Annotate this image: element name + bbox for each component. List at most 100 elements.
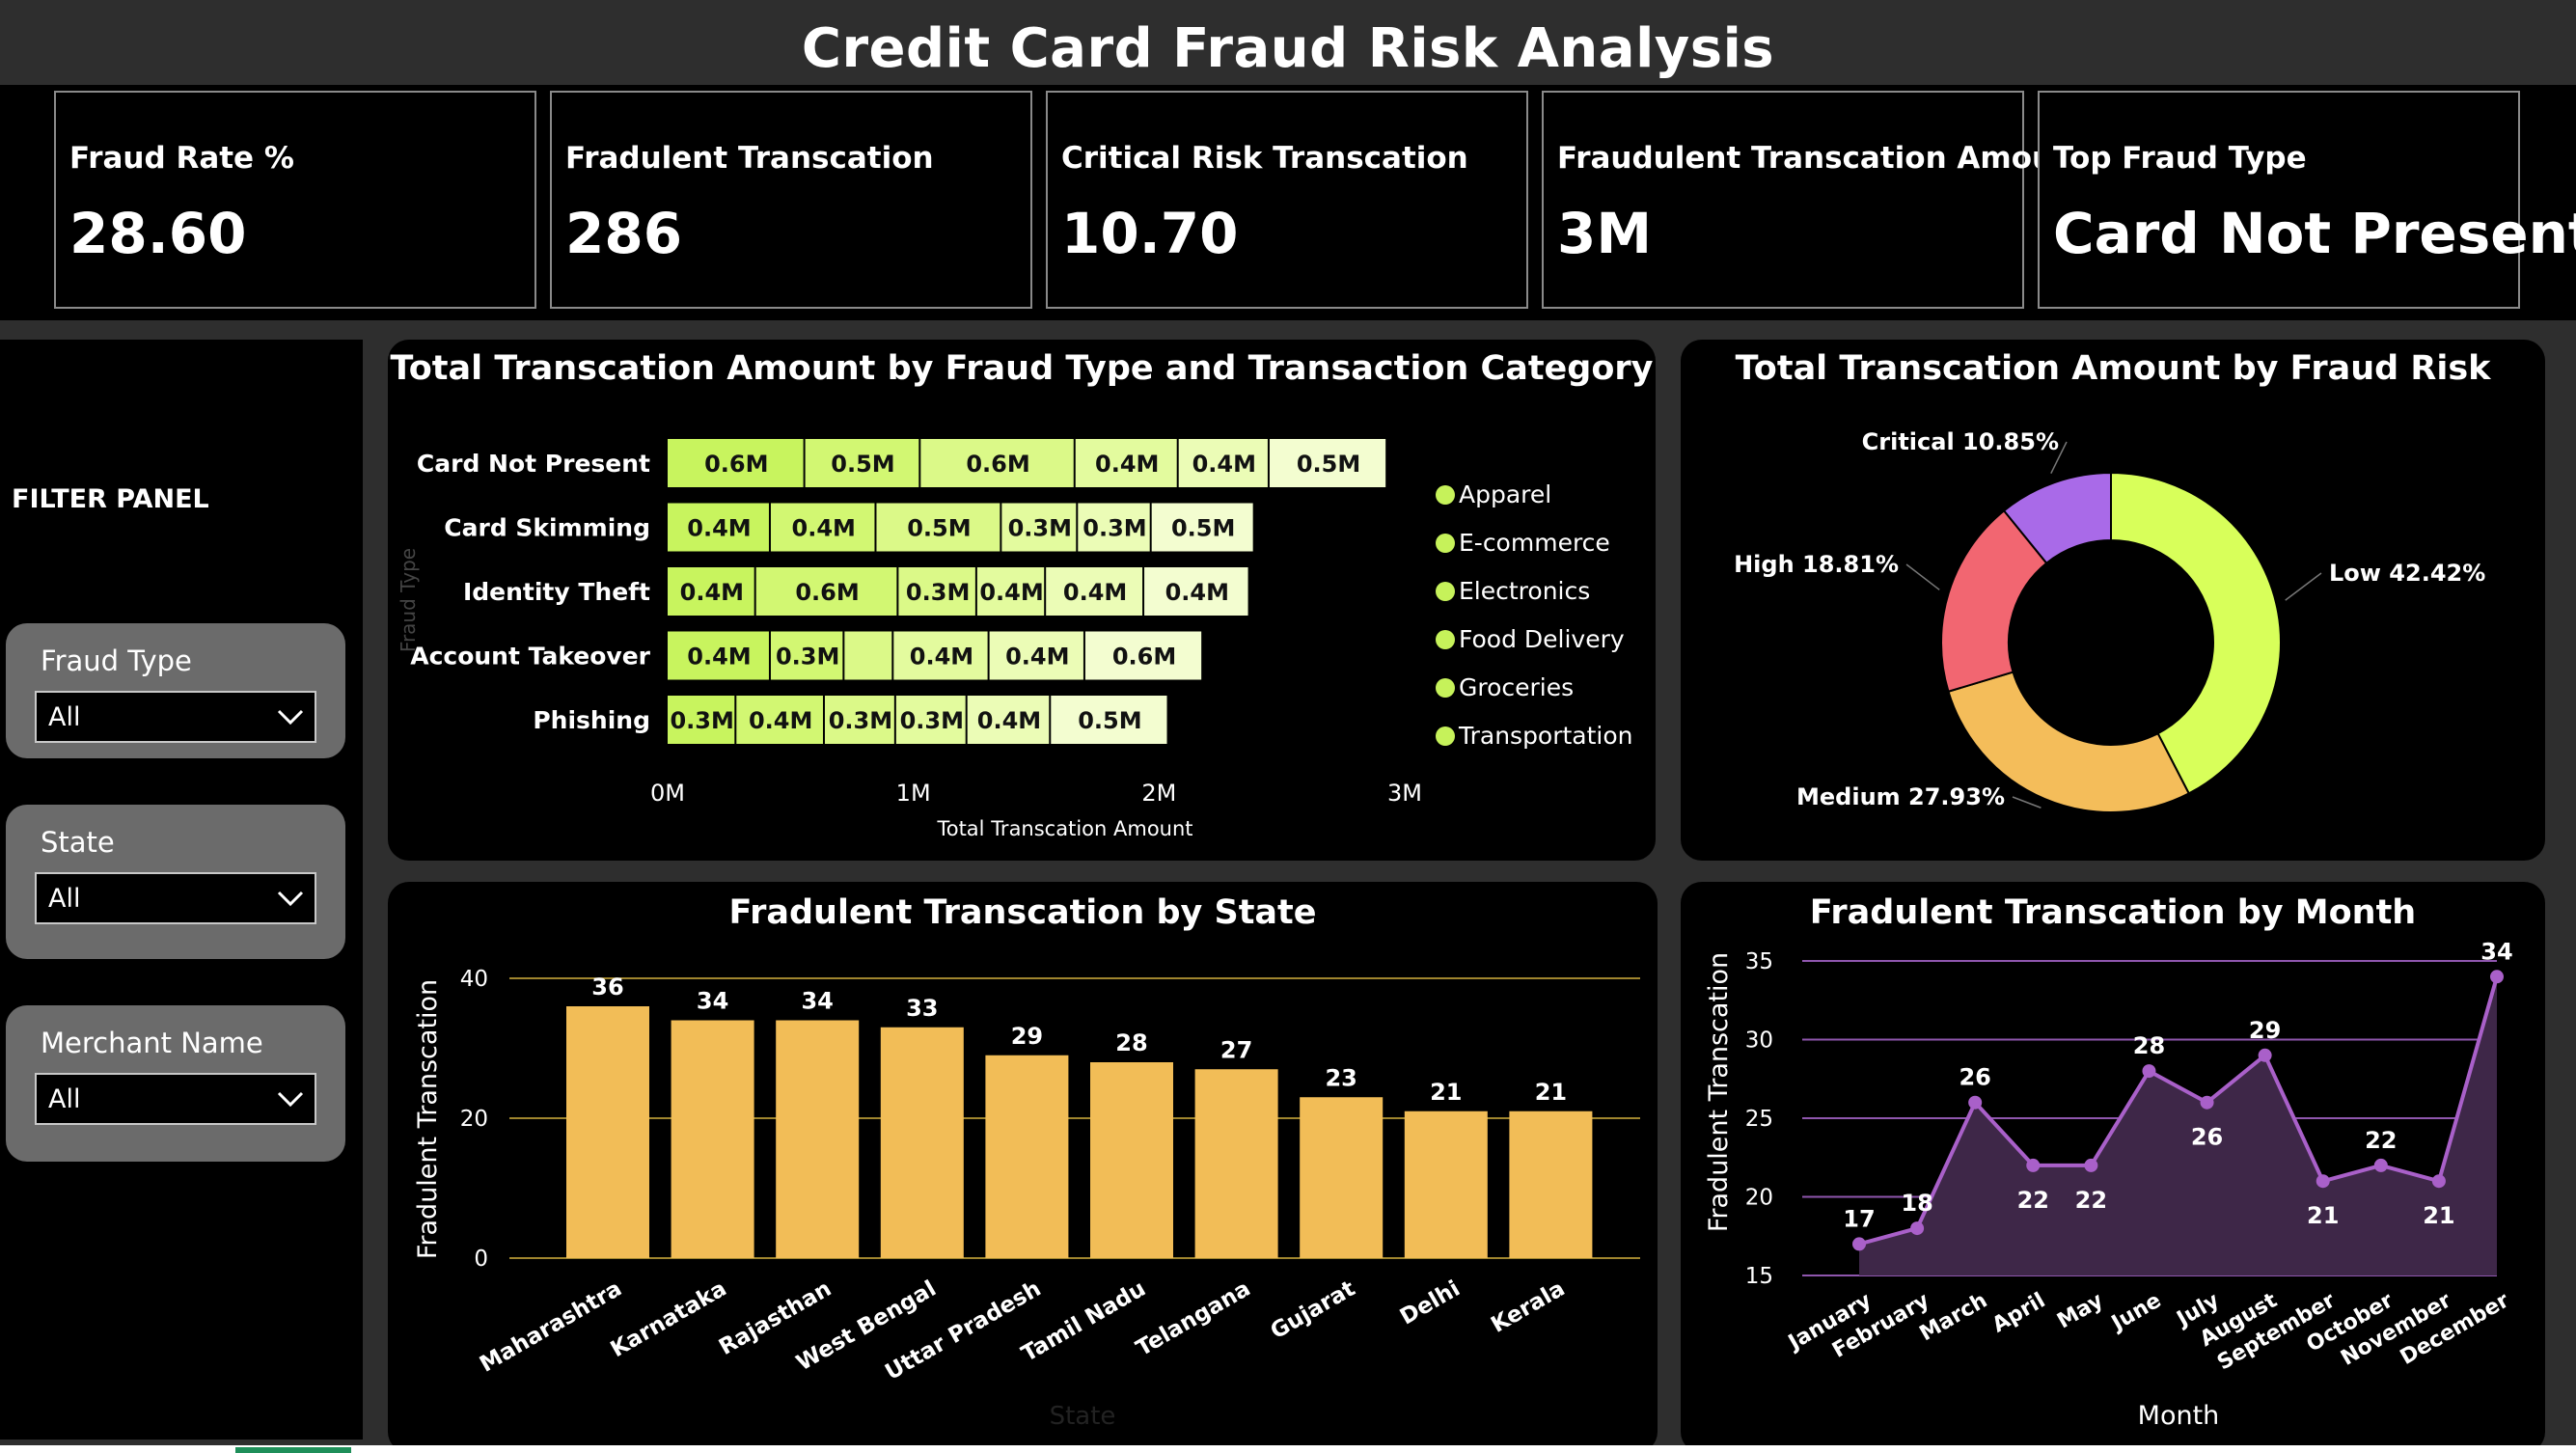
data-label: 34 bbox=[697, 988, 728, 1015]
data-label: 0.3M bbox=[1082, 515, 1146, 542]
legend-dot bbox=[1436, 630, 1455, 649]
bar bbox=[1404, 1110, 1488, 1258]
data-label: 0.4M bbox=[687, 515, 751, 542]
legend-label: Groceries bbox=[1459, 673, 1575, 701]
dropdown-value: All bbox=[48, 702, 81, 732]
legend-label: Electronics bbox=[1459, 577, 1591, 605]
data-point bbox=[2026, 1158, 2041, 1172]
kpi-value: Card Not Present bbox=[2053, 201, 2576, 266]
bar bbox=[1194, 1069, 1278, 1258]
legend-label: E-commerce bbox=[1459, 529, 1610, 557]
data-label: 28 bbox=[1115, 1029, 1147, 1056]
bar bbox=[985, 1055, 1069, 1258]
legend-item[interactable]: Food Delivery bbox=[1436, 625, 1625, 653]
kpi-label: Fradulent Transcation bbox=[565, 141, 934, 176]
page-tab-indicator[interactable] bbox=[235, 1447, 351, 1453]
state-dropdown[interactable]: All bbox=[35, 872, 316, 924]
data-point bbox=[1852, 1237, 1866, 1251]
state-bar-chart: 0 20 40 Fradulent Transcation 36 Maharashtra 3… bbox=[413, 967, 1640, 1431]
month-line-panel[interactable]: Fradulent Transcation by Month 15 20 25 30 3… bbox=[1681, 882, 2545, 1453]
bar bbox=[1509, 1110, 1593, 1258]
data-point bbox=[2258, 1048, 2272, 1062]
data-point bbox=[2084, 1158, 2098, 1172]
x-tick-label: Kerala bbox=[1487, 1276, 1569, 1338]
data-label: 0.5M bbox=[1171, 515, 1235, 542]
kpi-value: 10.70 bbox=[1061, 201, 1239, 266]
data-label: 36 bbox=[591, 973, 623, 1001]
x-tick-label: Maharashtra bbox=[476, 1276, 626, 1378]
kpi-card-critical-risk[interactable]: Critical Risk Transcation 10.70 bbox=[1046, 91, 1528, 309]
data-label: 0.3M bbox=[829, 707, 892, 734]
category-label: Card Not Present bbox=[417, 450, 650, 478]
donut-panel[interactable]: Total Transcation Amount by Fraud Risk L… bbox=[1681, 340, 2545, 861]
legend-label: Apparel bbox=[1459, 480, 1552, 508]
bar bbox=[880, 1027, 964, 1258]
legend-label: Food Delivery bbox=[1459, 625, 1625, 653]
x-tick-label: 1M bbox=[896, 780, 931, 807]
data-point bbox=[2431, 1174, 2446, 1189]
legend-dot bbox=[1436, 726, 1455, 746]
kpi-label: Fraudulent Transcation Amount bbox=[1557, 141, 2089, 176]
data-label: 0.4M bbox=[680, 579, 744, 606]
legend-item[interactable]: Apparel bbox=[1436, 480, 1551, 508]
data-label: 21 bbox=[2423, 1202, 2454, 1229]
bottom-scrollbar bbox=[0, 1445, 2576, 1453]
data-label: 0.3M bbox=[670, 707, 733, 734]
bar bbox=[671, 1020, 754, 1258]
legend-item[interactable]: Groceries bbox=[1436, 673, 1574, 701]
data-label: 0.4M bbox=[1005, 644, 1069, 671]
dropdown-value: All bbox=[48, 1084, 81, 1114]
kpi-card-fraud-rate[interactable]: Fraud Rate % 28.60 bbox=[54, 91, 536, 309]
kpi-strip: Fraud Rate % 28.60 Fradulent Transcation… bbox=[0, 85, 2576, 320]
page-title: Credit Card Fraud Risk Analysis bbox=[801, 17, 1775, 80]
x-tick-label: Gujarat bbox=[1267, 1276, 1360, 1345]
x-tick-label: April bbox=[1988, 1289, 2049, 1338]
data-label: 0.4M bbox=[979, 579, 1043, 606]
x-tick-label: 3M bbox=[1387, 780, 1422, 807]
leader-line bbox=[1905, 563, 1940, 590]
data-label: 23 bbox=[1325, 1064, 1357, 1091]
bar-segment bbox=[844, 631, 892, 680]
slice-label: Medium 27.93% bbox=[1796, 783, 2005, 810]
y-axis-title: Fradulent Transcation bbox=[1704, 952, 1734, 1232]
state-bar-panel[interactable]: Fradulent Transcation by State 0 20 40 Frad… bbox=[388, 882, 1658, 1453]
chevron-down-icon bbox=[277, 891, 304, 907]
area-fill bbox=[1859, 976, 2497, 1275]
x-tick-label: Telangana bbox=[1132, 1276, 1254, 1361]
x-tick-label: 0M bbox=[650, 780, 685, 807]
kpi-card-fraudulent-transactions[interactable]: Fradulent Transcation 286 bbox=[550, 91, 1032, 309]
slicer-merchant-name: Merchant Name All bbox=[6, 1005, 345, 1162]
kpi-card-top-fraud-type[interactable]: Top Fraud Type Card Not Present bbox=[2038, 91, 2576, 309]
merchant-name-dropdown[interactable]: All bbox=[35, 1073, 316, 1125]
bar bbox=[776, 1020, 860, 1258]
y-tick-label: 40 bbox=[460, 967, 488, 992]
data-point bbox=[1968, 1095, 1983, 1110]
slicer-fraud-type: Fraud Type All bbox=[6, 623, 345, 758]
category-label: Phishing bbox=[533, 706, 650, 734]
data-label: 0.6M bbox=[1112, 644, 1176, 671]
legend-dot bbox=[1436, 582, 1455, 601]
data-label: 21 bbox=[1430, 1079, 1462, 1106]
legend-item[interactable]: E-commerce bbox=[1436, 529, 1610, 557]
data-label: 34 bbox=[2480, 938, 2512, 965]
data-label: 0.6M bbox=[795, 579, 859, 606]
data-label: 34 bbox=[801, 988, 833, 1015]
y-tick-label: 15 bbox=[1745, 1264, 1773, 1289]
fraud-type-dropdown[interactable]: All bbox=[35, 691, 316, 743]
data-label: 0.3M bbox=[906, 579, 970, 606]
slice-label: Critical 10.85% bbox=[1862, 428, 2059, 455]
kpi-card-fraud-amount[interactable]: Fraudulent Transcation Amount 3M bbox=[1542, 91, 2089, 309]
x-axis-title: Month bbox=[2138, 1401, 2220, 1431]
stacked-bar-panel[interactable]: Total Transcation Amount by Fraud Type a… bbox=[388, 340, 1656, 861]
y-tick-label: 35 bbox=[1745, 949, 1773, 974]
legend-item[interactable]: Transportation bbox=[1436, 722, 1633, 750]
data-label: 22 bbox=[2365, 1127, 2397, 1154]
data-label: 0.4M bbox=[792, 515, 856, 542]
data-label: 0.4M bbox=[687, 644, 751, 671]
data-label: 26 bbox=[1959, 1064, 1990, 1091]
category-label: Account Takeover bbox=[410, 643, 650, 671]
data-point bbox=[2142, 1064, 2156, 1079]
y-tick-label: 25 bbox=[1745, 1107, 1773, 1132]
legend-item[interactable]: Electronics bbox=[1436, 577, 1590, 605]
data-point bbox=[1910, 1221, 1925, 1236]
